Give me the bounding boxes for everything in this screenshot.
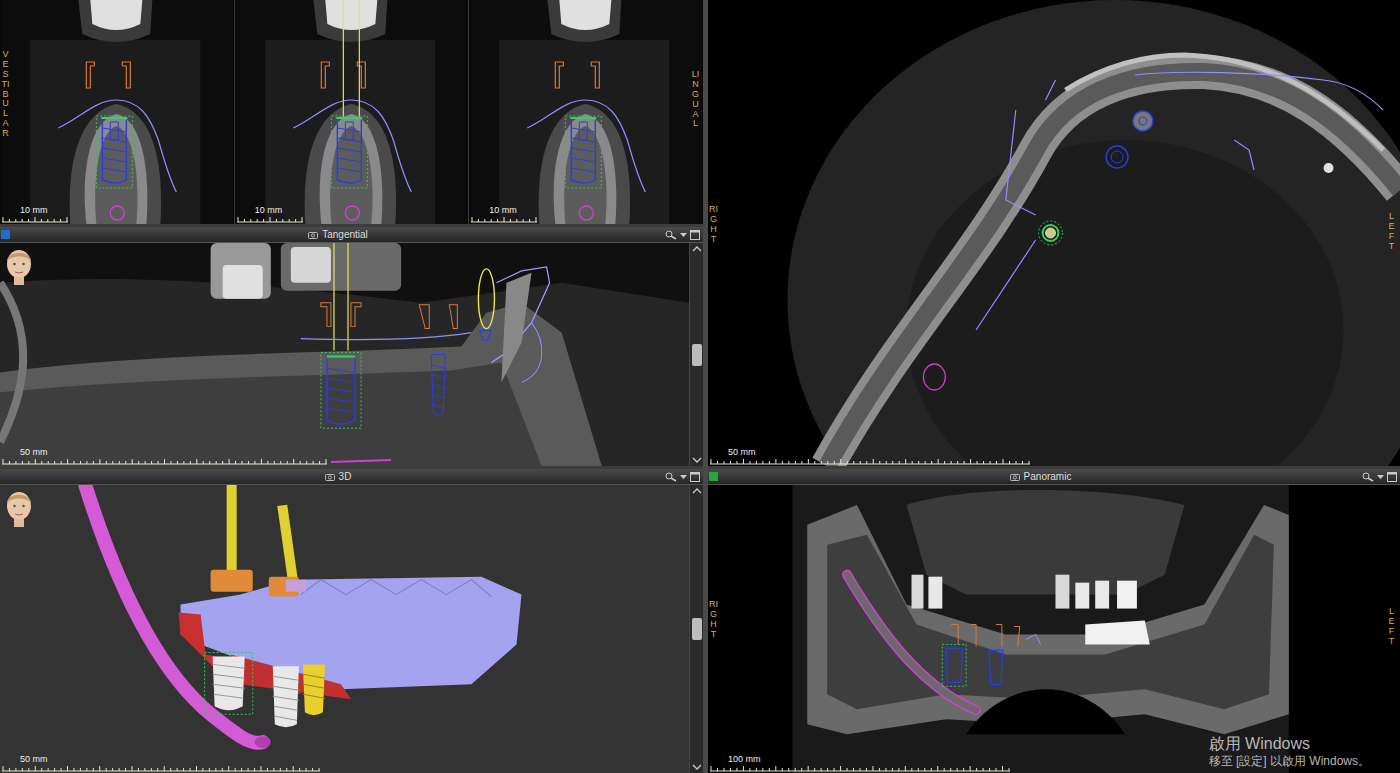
scale-label: 10 mm [237,205,303,216]
scrollbar[interactable] [689,485,703,773]
watermark-title: 啟用 Windows [1209,734,1370,754]
panel-title: 3D [339,471,352,483]
vestibular-label: VESTIBULAR [1,50,10,139]
cross-section-view[interactable]: LINGUAL 10 mm [469,0,703,224]
panoramic-view[interactable]: RIGHT LEFT 100 mm 啟用 Windows移至 [設定] 以啟用 Win… [708,485,1400,773]
ct-tangential-icon [0,243,689,466]
scroll-thumb[interactable] [692,344,702,366]
scale-bar: 50 mm [2,447,327,465]
scale-ticks-icon [237,216,303,223]
ct-panoramic-icon [708,485,1400,773]
scale-bar: 10 mm [471,205,537,223]
view-3d-header[interactable]: 3D [0,469,703,485]
ct-axial-icon [708,0,1400,466]
scroll-up-icon[interactable] [692,487,702,495]
tools-icon[interactable] [1362,472,1374,482]
lingual-label: LINGUAL [691,70,700,129]
panoramic-header[interactable]: Panoramic [708,469,1400,485]
right-label: RIGHT [709,600,718,640]
scroll-down-icon[interactable] [692,763,702,771]
scale-label: 100 mm [710,754,1010,765]
maximize-icon[interactable] [690,230,700,240]
scale-bar: 10 mm [237,205,303,223]
scale-bar: 100 mm [710,754,1010,772]
drill-axis [343,0,359,118]
scale-label: 50 mm [710,447,1030,458]
tools-icon[interactable] [665,472,677,482]
head-orientation-icon[interactable] [2,489,36,527]
scale-label: 50 mm [2,447,327,458]
view-3d-panel: 50 mm [0,485,703,773]
dropdown-icon[interactable] [680,230,687,240]
panel-title: Panoramic [1024,471,1072,483]
ct-cross-section-icon [469,0,703,224]
scrollbar[interactable] [689,243,703,466]
tangential-view[interactable]: 50 mm [0,243,689,466]
cross-section-view[interactable]: 10 mm [235,0,469,224]
ct-cross-section-icon [0,0,234,224]
camera-icon[interactable] [325,473,335,481]
scale-ticks-icon [710,458,1030,465]
ct-cross-section-icon [235,0,469,224]
left-label: LEFT [1387,607,1396,647]
left-label: LEFT [1387,212,1396,252]
maximize-icon[interactable] [690,472,700,482]
cross-sections: VESTIBULAR 10 mm 10 mm LINGUAL 10 mm [0,0,703,224]
scroll-down-icon[interactable] [692,456,702,464]
right-column: RIGHT LEFT 50 mm Panoramic RIGHT LEFT 100 mm 啟用… [708,0,1400,773]
scale-bar: 10 mm [2,205,68,223]
right-label: RIGHT [709,205,718,245]
tools-icon[interactable] [665,230,677,240]
scale-ticks-icon [2,458,327,465]
scale-ticks-icon [2,216,68,223]
active-marker [1,230,10,239]
camera-icon[interactable] [1010,473,1020,481]
maximize-icon[interactable] [1387,472,1397,482]
cross-section-view[interactable]: VESTIBULAR 10 mm [0,0,234,224]
active-marker [709,472,718,481]
activation-watermark: 啟用 Windows移至 [設定] 以啟用 Windows。 [1209,734,1370,769]
left-column: VESTIBULAR 10 mm 10 mm LINGUAL 10 mm Tangenti… [0,0,703,773]
scroll-up-icon[interactable] [692,245,702,253]
tangential-header[interactable]: Tangential [0,227,703,243]
scroll-thumb[interactable] [692,618,702,640]
scale-ticks-icon [2,765,320,772]
head-orientation-icon[interactable] [2,247,36,285]
column-divider[interactable] [703,0,708,773]
scale-ticks-icon [710,765,1010,772]
model-3d-icon [0,485,689,773]
view-3d[interactable]: 50 mm [0,485,689,773]
scale-label: 50 mm [2,754,320,765]
dropdown-icon[interactable] [680,472,687,482]
scale-bar: 50 mm [710,447,1030,465]
axial-view[interactable]: RIGHT LEFT 50 mm [708,0,1400,466]
scale-label: 10 mm [471,205,537,216]
camera-icon[interactable] [308,231,318,239]
watermark-subtitle: 移至 [設定] 以啟用 Windows。 [1209,754,1370,769]
dropdown-icon[interactable] [1377,472,1384,482]
panel-title: Tangential [322,229,368,241]
scale-bar: 50 mm [2,754,320,772]
tangential-panel: 50 mm [0,243,703,466]
implant-planning-app: VESTIBULAR 10 mm 10 mm LINGUAL 10 mm Tangenti… [0,0,1400,773]
scale-ticks-icon [471,216,537,223]
scale-label: 10 mm [2,205,68,216]
